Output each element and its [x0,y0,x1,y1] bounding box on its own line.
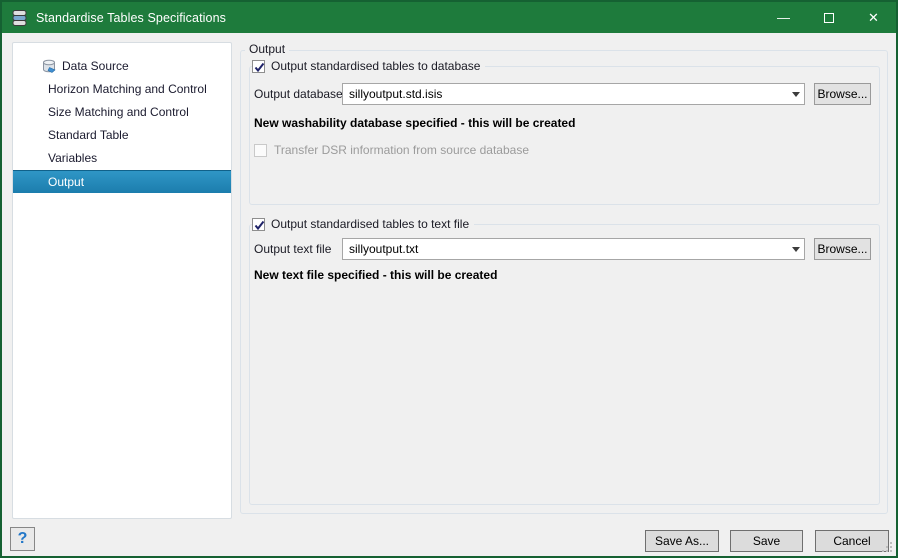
sidebar-item-data-source[interactable]: Data Source [13,55,231,78]
resize-grip[interactable] [881,541,893,553]
dropdown-arrow-icon [792,92,800,97]
help-icon: ? [18,530,28,548]
save-as-button[interactable]: Save As... [645,530,719,552]
sidebar-item-size-matching[interactable]: Size Matching and Control [13,101,231,124]
check-icon [253,219,266,232]
sidebar-item-horizon-matching[interactable]: Horizon Matching and Control [13,78,231,101]
transfer-dsr-label: Transfer DSR information from source dat… [274,143,529,157]
textfile-group-caption: Output standardised tables to text file [252,216,474,232]
output-database-checkbox[interactable] [252,60,265,73]
sidebar: Data Source Horizon Matching and Control… [12,42,232,519]
output-group-label: Output [245,42,289,57]
transfer-dsr-checkbox [254,144,267,157]
sidebar-item-standard-table[interactable]: Standard Table [13,124,231,147]
dropdown-button[interactable] [787,239,804,259]
window-controls: — ✕ [761,2,896,33]
sidebar-item-output[interactable]: Output [13,170,231,193]
minimize-button[interactable]: — [761,2,806,33]
textfile-status-message: New text file specified - this will be c… [254,268,497,283]
dialog-window: Standardise Tables Specifications — ✕ [0,0,898,558]
database-group-caption: Output standardised tables to database [252,58,485,74]
maximize-button[interactable] [806,2,851,33]
title-bar: Standardise Tables Specifications — ✕ [2,2,896,33]
sidebar-item-variables[interactable]: Variables [13,147,231,170]
sidebar-item-label: Horizon Matching and Control [48,78,207,101]
output-database-label: Output database [254,86,343,102]
close-icon: ✕ [868,10,879,26]
sidebar-item-label: Variables [48,147,97,170]
save-button[interactable]: Save [730,530,803,552]
browse-textfile-button[interactable]: Browse... [814,238,871,260]
output-page: Output Output standardised tables to dat… [240,42,888,514]
database-status-message: New washability database specified - thi… [254,116,575,131]
transfer-dsr-row: Transfer DSR information from source dat… [254,143,529,157]
window-title: Standardise Tables Specifications [36,11,226,25]
database-icon [41,59,57,74]
output-textfile-combobox[interactable] [342,238,805,260]
close-button[interactable]: ✕ [851,2,896,33]
cancel-button[interactable]: Cancel [815,530,889,552]
textfile-checkbox-label: Output standardised tables to text file [271,217,469,231]
sidebar-item-label: Size Matching and Control [48,101,189,124]
textfile-groupbox [249,224,880,505]
database-checkbox-label: Output standardised tables to database [271,59,480,73]
dropdown-button[interactable] [787,84,804,104]
output-textfile-input[interactable] [343,239,787,259]
browse-database-button[interactable]: Browse... [814,83,871,105]
output-textfile-label: Output text file [254,241,331,257]
output-textfile-checkbox[interactable] [252,218,265,231]
sidebar-item-label: Standard Table [48,124,129,147]
database-stack-icon [11,9,29,27]
check-icon [253,61,266,74]
help-button[interactable]: ? [10,527,35,551]
sidebar-item-label: Output [48,171,84,194]
dropdown-arrow-icon [792,247,800,252]
maximize-icon [824,13,834,23]
output-database-combobox[interactable] [342,83,805,105]
sidebar-item-label: Data Source [62,55,129,78]
output-database-input[interactable] [343,84,787,104]
minimize-icon: — [777,10,790,25]
